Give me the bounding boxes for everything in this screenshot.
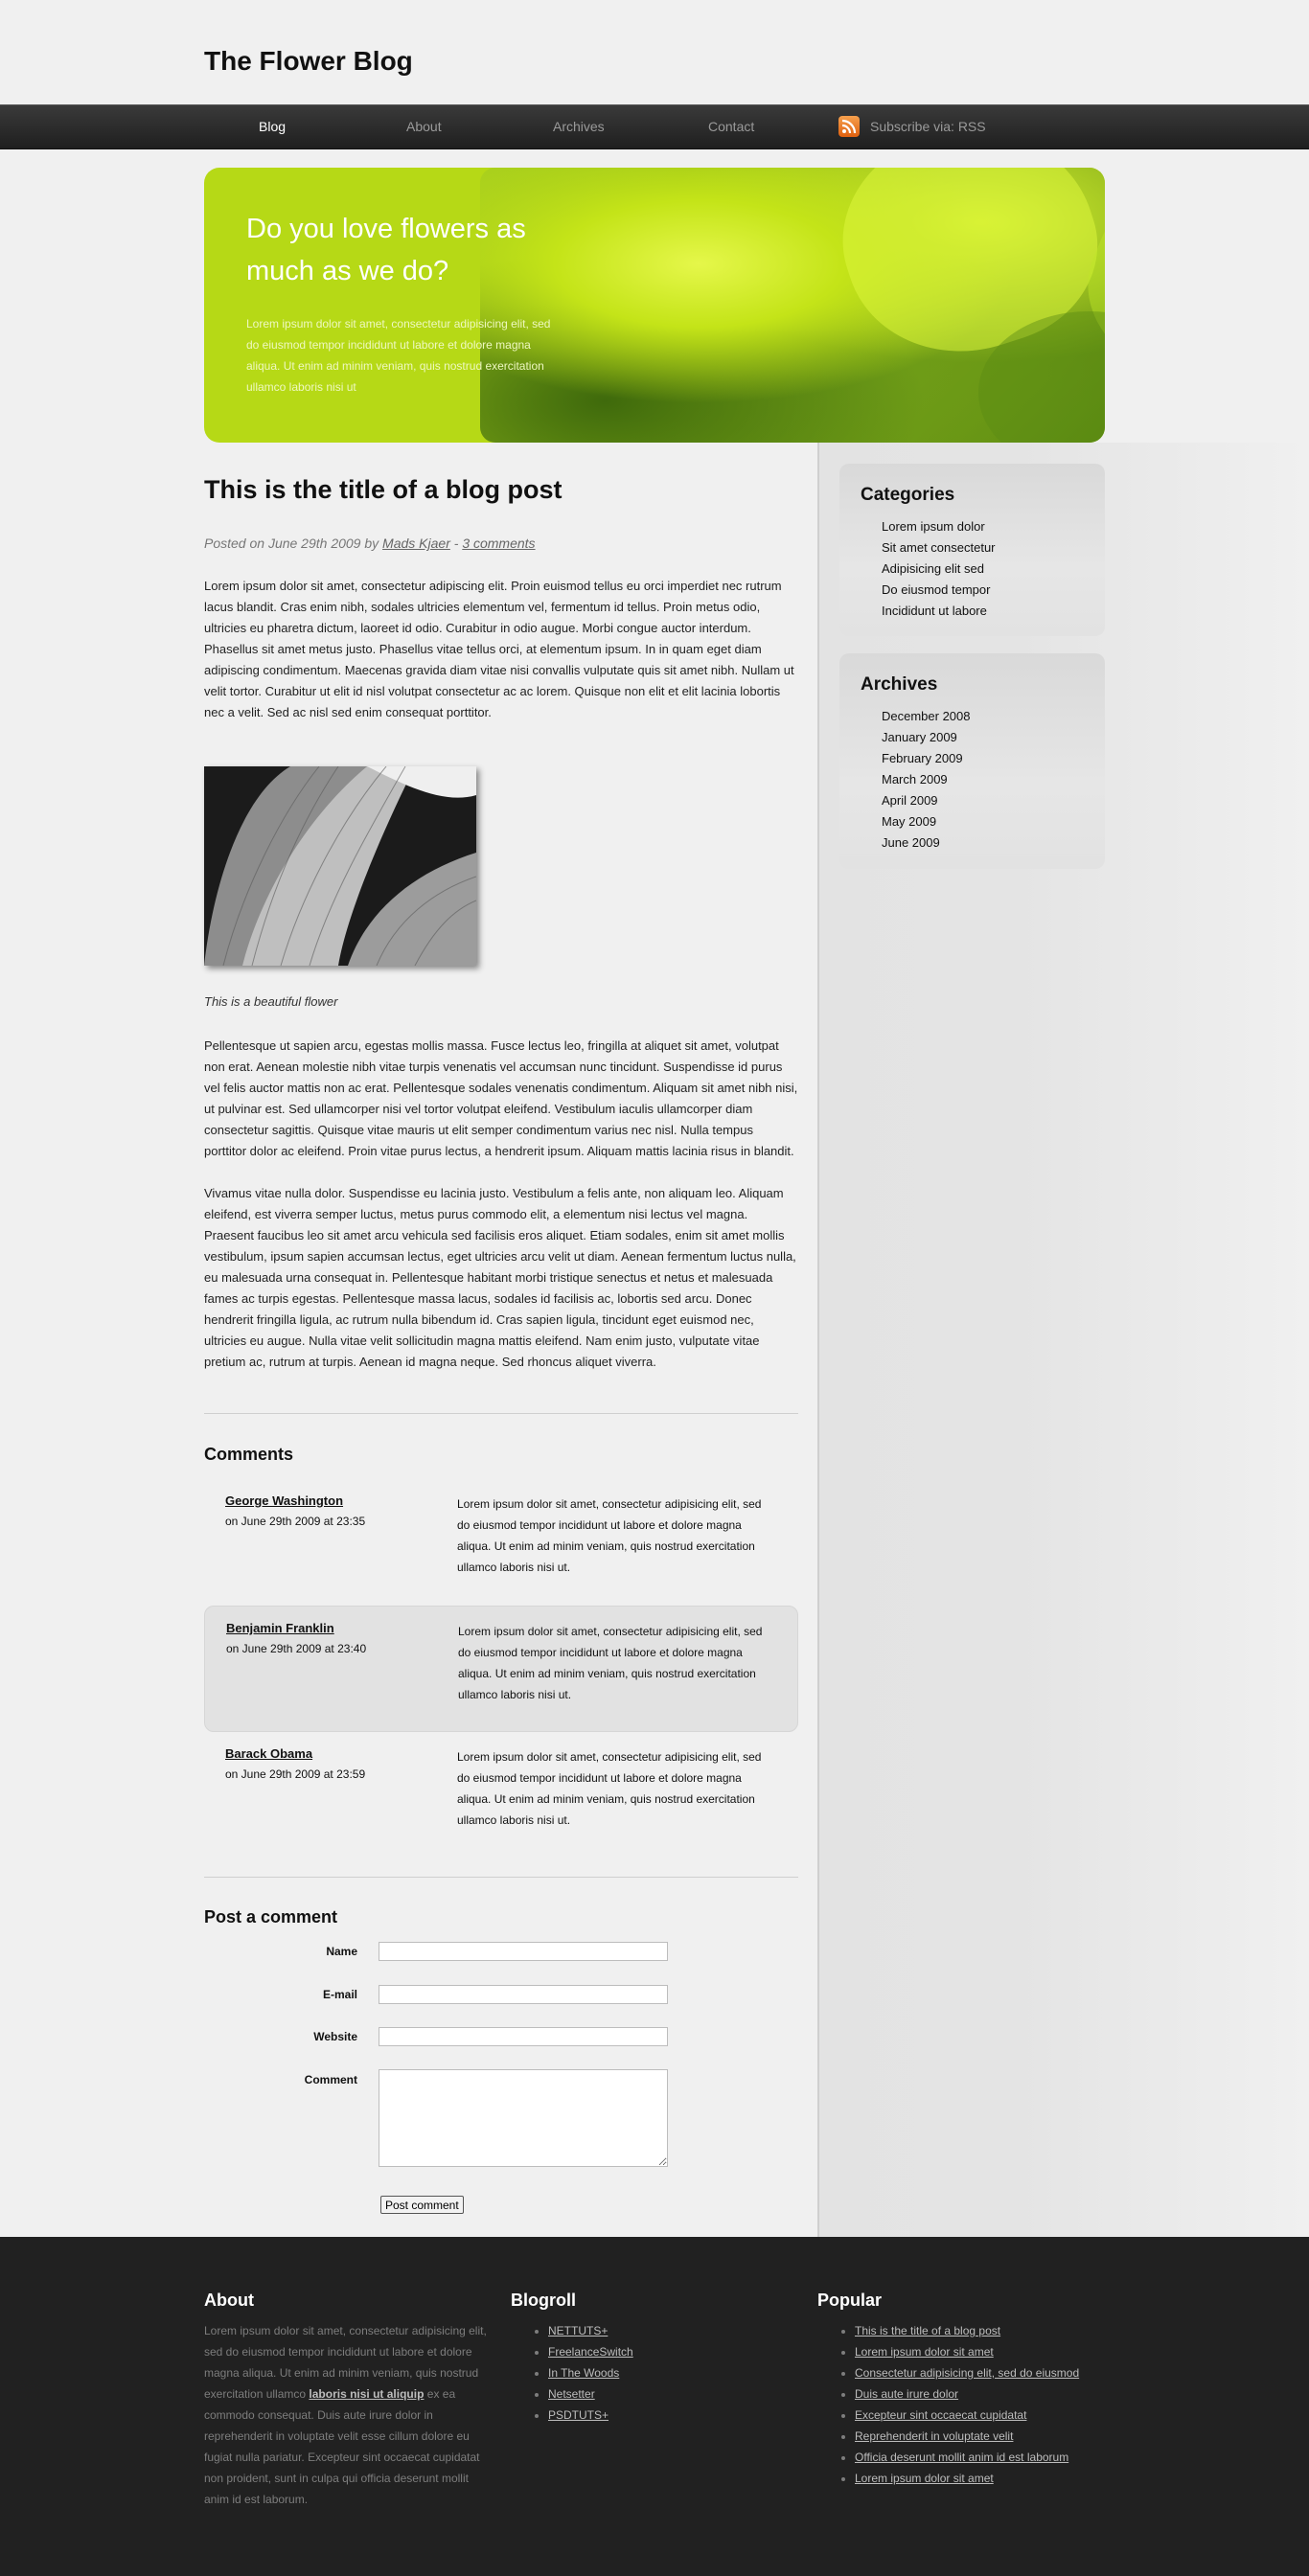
hero-text: Lorem ipsum dolor sit amet, consectetur … [246,317,551,394]
hero-heading: Do you love flowers as much as we do? [246,214,526,286]
hero-banner: Do you love flowers as much as we do? Lo… [204,168,1105,443]
footer-popular: Popular This is the title of a blog post… [817,2291,1079,2489]
blogroll-link[interactable]: Netsetter [548,2387,595,2401]
blogroll-link[interactable]: PSDTUTS+ [548,2408,609,2422]
about-inline-link[interactable]: laboris nisi ut aliquip [309,2387,424,2401]
categories-title: Categories [861,485,955,505]
post-paragraph: Vivamus vitae nulla dolor. Suspendisse e… [204,1186,796,1369]
comment: George Washington on June 29th 2009 at 2… [204,1479,798,1606]
post-paragraph: Pellentesque ut sapien arcu, egestas mol… [204,1038,798,1158]
divider [204,1877,798,1878]
archive-link[interactable]: January 2009 [882,727,971,748]
popular-link[interactable]: Lorem ipsum dolor sit amet [855,2345,994,2359]
rss-subscribe-link[interactable]: Subscribe via: RSS [870,119,986,134]
comment-text: Lorem ipsum dolor sit amet, consectetur … [457,1750,762,1827]
name-field[interactable] [379,1942,668,1961]
divider [204,1413,798,1414]
archive-link[interactable]: February 2009 [882,748,971,769]
post-author-link[interactable]: Mads Kjaer [382,536,450,551]
archive-link[interactable]: March 2009 [882,769,971,790]
post-comment-button[interactable]: Post comment [380,2196,464,2214]
archives-widget: Archives December 2008 January 2009 Febr… [839,653,1105,869]
category-link[interactable]: Lorem ipsum dolor [882,516,996,537]
name-label: Name [326,1945,357,1958]
footer-about: About Lorem ipsum dolor sit amet, consec… [204,2291,492,2510]
popular-link[interactable]: Excepteur sint occaecat cupidatat [855,2408,1026,2422]
categories-widget: Categories Lorem ipsum dolor Sit amet co… [839,464,1105,636]
category-link[interactable]: Incididunt ut labore [882,601,996,622]
email-label: E-mail [322,1988,357,2001]
email-field[interactable] [379,1985,668,2004]
post-comment-title: Post a comment [204,1907,338,1926]
blogroll-link[interactable]: In The Woods [548,2366,619,2380]
nav-item-blog[interactable]: Blog [259,119,286,134]
popular-link[interactable]: Duis aute irure dolor [855,2387,958,2401]
main-nav: Blog About Archives Contact Subscribe vi… [0,104,1309,149]
popular-link[interactable]: Lorem ipsum dolor sit amet [855,2472,994,2485]
popular-link[interactable]: Officia deserunt mollit anim id est labo… [855,2451,1068,2464]
website-field[interactable] [379,2027,668,2046]
archive-link[interactable]: April 2009 [882,790,971,811]
comment-author-link[interactable]: Benjamin Franklin [226,1621,334,1635]
comment-date: on June 29th 2009 at 23:40 [226,1642,367,1655]
blogroll-link[interactable]: NETTUTS+ [548,2324,608,2337]
website-label: Website [313,2030,357,2043]
comment-label: Comment [304,2073,357,2086]
category-link[interactable]: Do eiusmod tempor [882,580,996,601]
category-link[interactable]: Sit amet consectetur [882,537,996,559]
about-text-end: ex ea commodo consequat. Duis aute irure… [204,2387,480,2506]
nav-item-about[interactable]: About [406,119,442,134]
nav-item-archives[interactable]: Archives [553,119,605,134]
meta-separator: - [453,536,459,551]
blogroll-link[interactable]: FreelanceSwitch [548,2345,633,2359]
post-meta: Posted on June 29th 2009 by Mads Kjaer -… [204,536,536,551]
archive-link[interactable]: December 2008 [882,706,971,727]
footer: About Lorem ipsum dolor sit amet, consec… [0,2237,1309,2576]
comment-text: Lorem ipsum dolor sit amet, consectetur … [457,1497,762,1574]
site-title[interactable]: The Flower Blog [204,46,413,77]
footer-blogroll-title: Blogroll [511,2291,576,2310]
footer-about-text: Lorem ipsum dolor sit amet, consectetur … [204,2320,492,2510]
nav-item-contact[interactable]: Contact [708,119,754,134]
comment-author-link[interactable]: George Washington [225,1493,343,1508]
comment-textarea[interactable] [379,2069,668,2167]
popular-link[interactable]: This is the title of a blog post [855,2324,1000,2337]
comments-title: Comments [204,1445,294,1464]
comments-count-link[interactable]: 3 comments [462,536,535,551]
popular-link[interactable]: Consectetur adipisicing elit, sed do eiu… [855,2366,1079,2380]
hero-flower-image [480,168,1105,443]
flower-photo [204,766,476,966]
footer-about-title: About [204,2291,254,2310]
post-title[interactable]: This is the title of a blog post [204,475,563,505]
post-date: Posted on June 29th 2009 by [204,536,379,551]
comment: Benjamin Franklin on June 29th 2009 at 2… [204,1606,798,1732]
comment-date: on June 29th 2009 at 23:35 [225,1515,366,1528]
post-paragraph: Lorem ipsum dolor sit amet, consectetur … [204,579,794,719]
footer-blogroll: Blogroll NETTUTS+ FreelanceSwitch In The… [511,2291,633,2426]
archive-link[interactable]: May 2009 [882,811,971,832]
comment: Barack Obama on June 29th 2009 at 23:59 … [204,1732,798,1858]
comment-text: Lorem ipsum dolor sit amet, consectetur … [458,1625,763,1701]
category-link[interactable]: Adipisicing elit sed [882,559,996,580]
image-caption: This is a beautiful flower [204,994,338,1009]
archives-title: Archives [861,674,938,695]
comment-date: on June 29th 2009 at 23:59 [225,1767,366,1781]
rss-icon[interactable] [838,116,860,137]
comment-author-link[interactable]: Barack Obama [225,1746,312,1761]
footer-popular-title: Popular [817,2291,883,2310]
popular-link[interactable]: Reprehenderit in voluptate velit [855,2429,1013,2443]
archive-link[interactable]: June 2009 [882,832,971,854]
